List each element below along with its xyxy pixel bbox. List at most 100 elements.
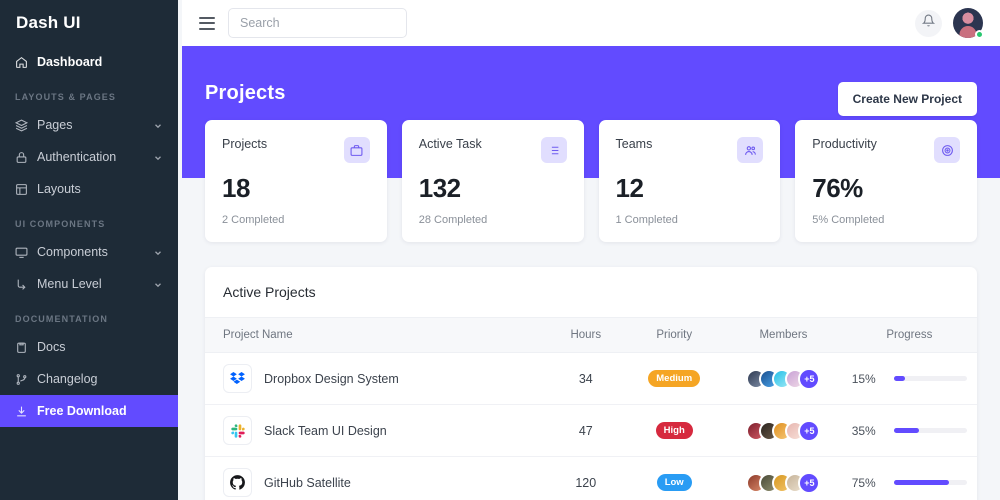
search-input[interactable]: Search [228, 8, 407, 38]
sidebar-item-label: Changelog [37, 372, 98, 386]
topbar: Search [182, 0, 1000, 46]
table-row[interactable]: Slack Team UI Design 47 High +5 35% [205, 404, 977, 457]
target-icon [934, 137, 960, 163]
progress-bar-fill [893, 428, 920, 433]
lock-icon [15, 151, 28, 164]
table-row[interactable]: GitHub Satellite 120 Low +5 75% [205, 456, 977, 500]
cell-project-name: Slack Team UI Design [205, 404, 549, 457]
stat-card-subtext: 2 Completed [222, 214, 285, 226]
sidebar-item-authentication[interactable]: Authentication [0, 141, 178, 173]
sidebar-item-layouts[interactable]: Layouts [0, 173, 178, 205]
cell-progress: 15% [841, 352, 977, 405]
stat-card-label: Productivity [812, 137, 877, 151]
slack-logo [223, 416, 252, 445]
stat-cards-row: Projects 18 2 Completed Active Task 132 … [182, 120, 1000, 242]
progress-label: 75% [851, 475, 876, 490]
cell-priority: High [623, 404, 726, 457]
download-icon [15, 405, 28, 418]
cell-members: +5 [725, 352, 842, 405]
dropbox-logo [223, 364, 252, 393]
create-new-project-button[interactable]: Create New Project [837, 82, 977, 116]
sidebar-item-menu-level[interactable]: Menu Level [0, 268, 178, 300]
table-head: Project Name Hours Priority Members Prog… [205, 317, 977, 353]
member-avatars[interactable]: +5 [735, 419, 832, 442]
sidebar-item-label: Authentication [37, 150, 117, 164]
cell-hours: 47 [548, 404, 624, 457]
progress-bar-fill [893, 376, 905, 381]
cell-project-name: GitHub Satellite [205, 456, 549, 500]
brand-logo-text[interactable]: Dash UI [0, 0, 178, 46]
stat-card-label: Active Task [418, 137, 482, 151]
stat-card-active-task[interactable]: Active Task 132 28 Completed [401, 120, 584, 242]
active-projects-table: Project Name Hours Priority Members Prog… [205, 317, 977, 500]
progress-label: 35% [851, 423, 876, 438]
column-header-progress[interactable]: Progress [841, 317, 977, 353]
table-header-row: Project Name Hours Priority Members Prog… [205, 317, 977, 353]
column-header-project-name[interactable]: Project Name [205, 317, 549, 353]
progress-bar-track [893, 376, 967, 381]
cell-project-name: Dropbox Design System [205, 352, 549, 405]
chevron-down-icon [153, 152, 163, 162]
cell-hours: 120 [548, 456, 624, 500]
sidebar-item-free-download[interactable]: Free Download [0, 395, 178, 427]
sidebar-section-layouts-pages: LAYOUTS & PAGES [15, 92, 117, 102]
git-branch-icon [15, 373, 28, 386]
sidebar-section-documentation: DOCUMENTATION [15, 314, 108, 324]
topbar-actions [915, 8, 984, 39]
sidebar-item-label: Free Download [37, 404, 127, 418]
cell-priority: Medium [623, 352, 726, 405]
project-name-text: Slack Team UI Design [264, 423, 387, 438]
stat-card-value: 76% [812, 173, 863, 203]
member-avatar-overflow[interactable]: +5 [798, 471, 821, 494]
page-scroll-area[interactable]: Projects Create New Project Projects 18 … [182, 46, 1000, 500]
priority-badge: Medium [648, 370, 701, 387]
member-avatar-overflow[interactable]: +5 [798, 419, 821, 442]
stat-card-header: Productivity [812, 137, 960, 163]
stat-card-value: 18 [222, 173, 250, 203]
stat-card-projects[interactable]: Projects 18 2 Completed [205, 120, 387, 242]
member-avatar-overflow[interactable]: +5 [798, 367, 821, 390]
bell-icon [921, 14, 936, 32]
member-avatars[interactable]: +5 [735, 367, 832, 390]
sidebar-item-label: Pages [37, 118, 73, 132]
sidebar-item-label: Layouts [37, 182, 81, 196]
avatar[interactable] [953, 8, 984, 39]
hamburger-icon[interactable] [199, 16, 215, 30]
stat-card-label: Projects [222, 137, 268, 151]
member-avatars[interactable]: +5 [735, 471, 832, 494]
notifications-button[interactable] [915, 9, 942, 37]
column-header-members[interactable]: Members [725, 317, 842, 353]
sidebar-item-docs[interactable]: Docs [0, 331, 178, 363]
progress-bar-track [893, 428, 967, 433]
column-header-hours[interactable]: Hours [548, 317, 624, 353]
stat-card-teams[interactable]: Teams 12 1 Completed [598, 120, 781, 242]
sidebar-item-components[interactable]: Components [0, 236, 178, 268]
project-name-text: Dropbox Design System [264, 371, 399, 386]
priority-badge: High [655, 422, 693, 439]
table-body: Dropbox Design System 34 Medium +5 15% S… [205, 352, 977, 500]
stat-card-subtext: 28 Completed [418, 214, 488, 226]
table-row[interactable]: Dropbox Design System 34 Medium +5 15% [205, 352, 977, 405]
sidebar-section-ui-components: UI COMPONENTS [15, 219, 106, 229]
sidebar-item-dashboard[interactable]: Dashboard [0, 46, 178, 78]
chevron-down-icon [153, 279, 163, 289]
cell-progress: 75% [841, 456, 977, 500]
sidebar-item-changelog[interactable]: Changelog [0, 363, 178, 395]
sidebar-item-pages[interactable]: Pages [0, 109, 178, 141]
cell-members: +5 [725, 404, 842, 457]
progress-bar-fill [893, 480, 949, 485]
layers-icon [15, 118, 28, 132]
stat-card-value: 132 [418, 173, 461, 203]
layout-icon [15, 183, 28, 196]
stat-card-header: Active Task [419, 137, 567, 163]
clipboard-icon [15, 341, 28, 354]
stat-card-subtext: 5% Completed [812, 214, 885, 226]
stat-card-productivity[interactable]: Productivity 76% 5% Completed [795, 120, 977, 242]
column-header-priority[interactable]: Priority [623, 317, 726, 353]
chevron-down-icon [153, 120, 163, 130]
app-root: Dash UI Dashboard LAYOUTS & PAGES Pages … [0, 0, 1000, 500]
stat-card-value: 12 [615, 173, 644, 203]
search-placeholder: Search [240, 16, 280, 30]
progress-label: 15% [851, 371, 876, 386]
active-projects-card: Active Projects Project Name Hours Prior… [205, 267, 977, 500]
